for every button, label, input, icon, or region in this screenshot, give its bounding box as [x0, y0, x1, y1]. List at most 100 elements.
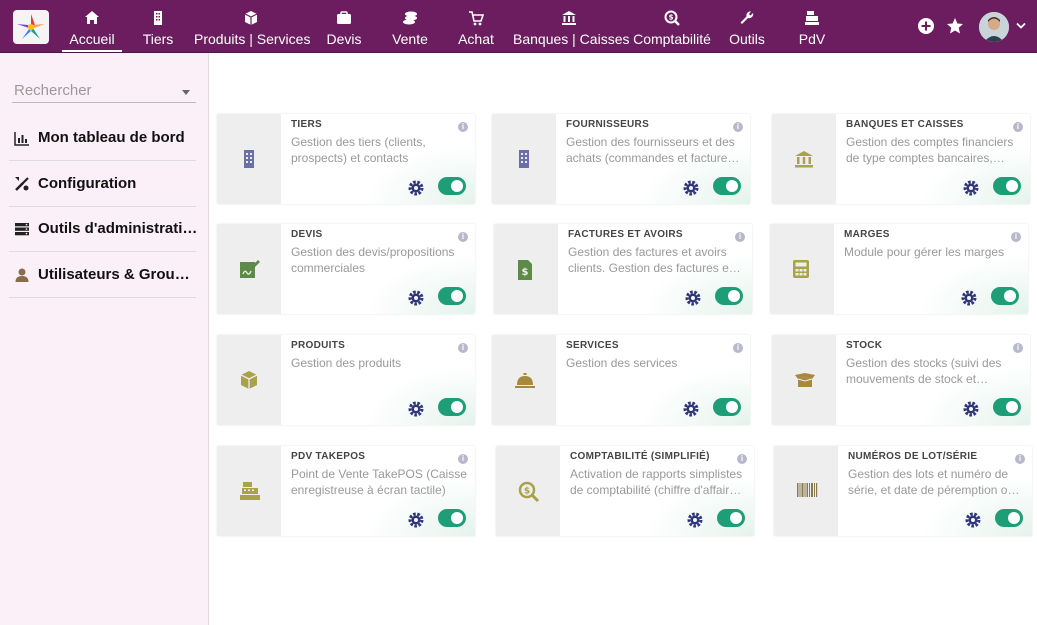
- info-icon[interactable]: i: [735, 232, 745, 242]
- user-avatar[interactable]: [979, 12, 1009, 42]
- module-description: Gestion des factures et avoirs clients. …: [568, 245, 733, 275]
- module-toggle[interactable]: [993, 398, 1021, 416]
- module-toggle[interactable]: [715, 287, 743, 305]
- plus-circle-icon[interactable]: [917, 17, 935, 35]
- nav-label: Outils: [729, 31, 765, 47]
- module-description: Activation de rapports simplistes de com…: [570, 467, 746, 497]
- svg-text:$: $: [524, 487, 530, 497]
- caret-down-icon: [182, 90, 190, 95]
- module-description: Gestion des tiers (clients, prospects) e…: [291, 135, 426, 165]
- nav-achat[interactable]: Achat: [454, 0, 498, 52]
- info-icon[interactable]: i: [1013, 343, 1023, 353]
- sidebar-item-admin-tools[interactable]: Outils d'administration: [9, 207, 198, 252]
- server-icon: [15, 223, 29, 236]
- module-toggle[interactable]: [995, 509, 1023, 527]
- info-icon[interactable]: i: [458, 454, 468, 464]
- nav-label: Produits | Services: [194, 31, 311, 47]
- gear-icon[interactable]: [964, 511, 982, 529]
- bank-icon: [795, 151, 813, 168]
- info-icon[interactable]: i: [458, 343, 468, 353]
- top-navbar: Accueil Tiers Produits | Services Devis …: [0, 0, 1037, 53]
- module-card-banques: BANQUES ET CAISSES Gestion des comptes f…: [772, 114, 1030, 204]
- search-select[interactable]: Rechercher: [12, 79, 196, 103]
- svg-text:$: $: [522, 267, 529, 278]
- module-description: Gestion des services: [566, 356, 678, 370]
- gear-icon[interactable]: [962, 179, 980, 197]
- chart-icon: [14, 132, 29, 146]
- module-toggle[interactable]: [438, 398, 466, 416]
- module-description: Gestion des lots et numéro de série, et …: [848, 467, 1015, 497]
- nav-comptabilite[interactable]: $ Comptabilité: [632, 0, 712, 52]
- nav-devis[interactable]: Devis: [322, 0, 366, 52]
- svg-text:$: $: [669, 14, 674, 22]
- nav-pdv[interactable]: PdV: [792, 0, 832, 52]
- briefcase-icon: [337, 11, 351, 24]
- info-icon[interactable]: i: [737, 454, 747, 464]
- module-title: PRODUITS: [291, 340, 346, 351]
- sidebar-item-label: Configuration: [38, 175, 137, 192]
- module-toggle[interactable]: [713, 398, 741, 416]
- nav-outils[interactable]: Outils: [726, 0, 768, 52]
- info-icon[interactable]: i: [733, 343, 743, 353]
- module-title: SERVICES: [566, 340, 619, 351]
- module-toggle[interactable]: [438, 287, 466, 305]
- app-logo[interactable]: [13, 10, 49, 44]
- gear-icon[interactable]: [407, 289, 425, 307]
- module-icon-box: [217, 224, 281, 314]
- module-toggle[interactable]: [717, 509, 745, 527]
- module-icon-box: [770, 224, 834, 314]
- module-description: Gestion des devis/propositions commercia…: [291, 245, 455, 275]
- module-toggle[interactable]: [438, 509, 466, 527]
- info-icon[interactable]: i: [1015, 454, 1025, 464]
- chevron-down-icon[interactable]: [1016, 22, 1026, 30]
- module-toggle[interactable]: [991, 287, 1019, 305]
- module-title: COMPTABILITÉ (SIMPLIFIÉ): [570, 451, 710, 462]
- nav-vente[interactable]: Vente: [386, 0, 434, 52]
- module-card-devis: DEVIS Gestion des devis/propositions com…: [217, 224, 475, 314]
- sidebar-item-configuration[interactable]: Configuration: [9, 162, 196, 207]
- gear-icon[interactable]: [407, 511, 425, 529]
- signature-icon: [240, 260, 260, 278]
- nav-tiers[interactable]: Tiers: [138, 0, 178, 52]
- gear-icon[interactable]: [684, 289, 702, 307]
- box-open-icon: [795, 373, 815, 387]
- sidebar-item-dashboard[interactable]: Mon tableau de bord: [9, 116, 196, 161]
- sidebar-item-users-groups[interactable]: Utilisateurs & Groupes: [9, 253, 198, 298]
- info-icon[interactable]: i: [733, 122, 743, 132]
- gear-icon[interactable]: [407, 179, 425, 197]
- info-icon[interactable]: i: [458, 232, 468, 242]
- gear-icon[interactable]: [407, 400, 425, 418]
- cart-icon: [469, 11, 484, 26]
- module-toggle[interactable]: [713, 177, 741, 195]
- info-icon[interactable]: i: [1013, 122, 1023, 132]
- module-title: MARGES: [844, 229, 890, 240]
- cube-icon: [244, 11, 258, 25]
- nav-accueil[interactable]: Accueil: [62, 0, 122, 52]
- module-title: TIERS: [291, 119, 322, 130]
- nav-label: Achat: [458, 31, 494, 47]
- gear-icon[interactable]: [960, 289, 978, 307]
- wrench-icon: [740, 11, 754, 24]
- building-icon: [244, 150, 254, 168]
- module-toggle[interactable]: [438, 177, 466, 195]
- sidebar-item-label: Utilisateurs & Groupes: [38, 266, 198, 283]
- gear-icon[interactable]: [962, 400, 980, 418]
- info-icon[interactable]: i: [458, 122, 468, 132]
- sidebar-item-label: Mon tableau de bord: [38, 129, 185, 146]
- star-icon[interactable]: [946, 17, 964, 35]
- gear-icon[interactable]: [682, 179, 700, 197]
- nav-banques-caisses[interactable]: Banques | Caisses: [513, 0, 629, 52]
- nav-produits-services[interactable]: Produits | Services: [194, 0, 311, 52]
- gear-icon[interactable]: [682, 400, 700, 418]
- bell-service-icon: [515, 373, 535, 388]
- module-description: Gestion des produits: [291, 356, 402, 370]
- module-description: Gestion des stocks (suivi des mouvements…: [846, 356, 1002, 386]
- module-card-pdv-takepos: PDV TAKEPOS Point de Vente TakePOS (Cais…: [217, 446, 475, 536]
- gear-icon[interactable]: [686, 511, 704, 529]
- nav-label: Comptabilité: [633, 31, 711, 47]
- module-icon-box: [772, 335, 836, 425]
- module-card-services: SERVICES Gestion des services i: [492, 335, 750, 425]
- module-title: DEVIS: [291, 229, 323, 240]
- info-icon[interactable]: i: [1011, 232, 1021, 242]
- module-toggle[interactable]: [993, 177, 1021, 195]
